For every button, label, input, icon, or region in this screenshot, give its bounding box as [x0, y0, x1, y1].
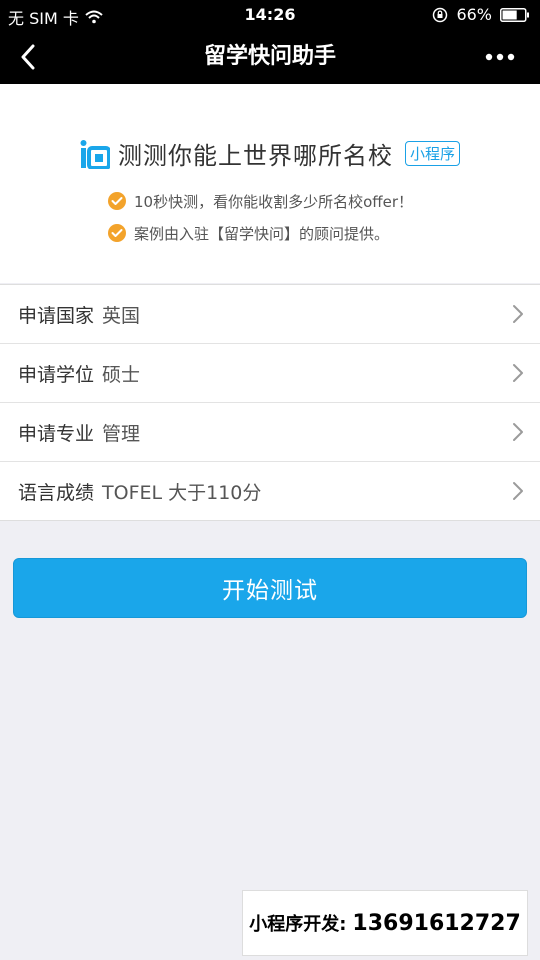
- chevron-right-icon: [512, 304, 524, 329]
- mini-program-badge: 小程序: [404, 141, 460, 166]
- feature-bullets: 10秒快测，看你能收割多少所名校offer！ 案例由入驻【留学快问】的顾问提供。: [108, 190, 413, 244]
- chevron-right-icon: [512, 363, 524, 388]
- contact-banner: 小程序开发: 13691612727: [242, 890, 528, 956]
- start-test-button[interactable]: 开始测试: [13, 558, 527, 618]
- chevron-right-icon: [512, 422, 524, 447]
- bullet-item: 10秒快测，看你能收割多少所名校offer！: [108, 190, 413, 212]
- row-value: 管理: [102, 422, 141, 445]
- row-value: TOFEL 大于110分: [102, 481, 262, 504]
- more-dots-icon: [485, 53, 515, 61]
- row-apply-major[interactable]: 申请专业 管理: [0, 403, 540, 462]
- nav-bar: 留学快问助手: [0, 30, 540, 84]
- options-list: 申请国家 英国 申请学位 硕士 申请专业 管理 语言成绩 TOFEL 大于110…: [0, 284, 540, 521]
- bullet-text: 10秒快测，看你能收割多少所名校offer！: [134, 192, 413, 211]
- more-button[interactable]: [480, 42, 520, 72]
- row-value: 英国: [102, 304, 141, 327]
- check-icon: [108, 224, 126, 242]
- battery-percent: 66%: [456, 5, 492, 24]
- check-icon: [108, 192, 126, 210]
- status-right: 66%: [432, 5, 530, 24]
- row-label: 申请专业: [18, 422, 95, 445]
- brand-title: 测测你能上世界哪所名校: [117, 142, 393, 170]
- bullet-item: 案例由入驻【留学快问】的顾问提供。: [108, 222, 413, 244]
- row-language-score[interactable]: 语言成绩 TOFEL 大于110分: [0, 462, 540, 520]
- row-apply-degree[interactable]: 申请学位 硕士: [0, 344, 540, 403]
- status-bar: 无 SIM 卡 14:26 66%: [0, 0, 540, 30]
- rotation-lock-icon: [432, 7, 448, 23]
- battery-icon: [500, 7, 530, 22]
- row-label: 申请学位: [18, 363, 95, 386]
- contact-label: 小程序开发:: [249, 914, 347, 935]
- brand-line: 测测你能上世界哪所名校 小程序: [0, 136, 540, 171]
- contact-phone: 13691612727: [352, 910, 521, 936]
- page-title: 留学快问助手: [203, 44, 336, 69]
- bullet-text: 案例由入驻【留学快问】的顾问提供。: [134, 224, 390, 243]
- row-label: 申请国家: [18, 304, 95, 327]
- app-logo-icon: [80, 139, 111, 170]
- row-label: 语言成绩: [18, 481, 95, 504]
- row-apply-country[interactable]: 申请国家 英国: [0, 285, 540, 344]
- chevron-right-icon: [512, 481, 524, 506]
- row-value: 硕士: [102, 363, 141, 386]
- intro-header: 测测你能上世界哪所名校 小程序 10秒快测，看你能收割多少所名校offer！ 案…: [0, 84, 540, 283]
